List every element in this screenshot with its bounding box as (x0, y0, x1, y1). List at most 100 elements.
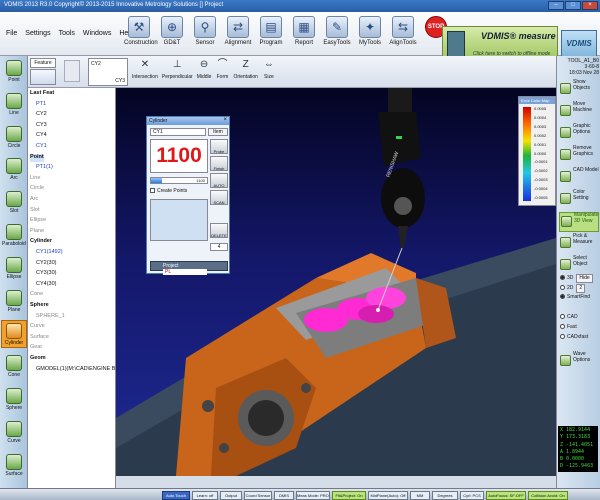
right-button-color-setting[interactable]: Color Setting (559, 189, 599, 210)
tree-item[interactable]: Geom (30, 355, 46, 363)
status-fit-project-on[interactable]: Fit&Project: On (332, 491, 366, 500)
tree-item[interactable]: SPHERE_1 (36, 313, 65, 321)
create-points-checkbox[interactable] (150, 188, 155, 194)
feature-type-cylinder[interactable]: Cylinder (1, 320, 27, 349)
menu-settings[interactable]: Settings (25, 30, 50, 37)
menu-file[interactable]: File (6, 30, 17, 37)
tree-item[interactable]: CY4(30) (36, 281, 56, 289)
tool-construction[interactable]: ⚒ Construction (124, 16, 158, 46)
subtool-form[interactable]: ⌒ Form (215, 58, 229, 80)
view-option-cadxfast[interactable]: CADxfast (560, 334, 588, 341)
wave-options-button[interactable]: Wave Options (559, 351, 599, 372)
tree-item[interactable]: Curve (30, 323, 45, 331)
tree-item[interactable]: Plane (30, 228, 44, 236)
status-degrees[interactable]: Degrees (432, 491, 458, 500)
tool-report[interactable]: ▦ Report (289, 16, 319, 46)
feature-type-plane[interactable]: Plane (1, 288, 27, 316)
feature-type-ellipse[interactable]: Ellipse (1, 255, 27, 283)
status-auto-touch[interactable]: Auto Touch (162, 491, 190, 500)
view-option-fast[interactable]: Fast (560, 324, 577, 331)
tree-item[interactable]: Gear (30, 344, 42, 352)
subtool-orientation[interactable]: Z Orientation (233, 58, 257, 80)
scan-button[interactable]: SCAN (210, 190, 228, 205)
menu-tools[interactable]: Tools (59, 30, 75, 37)
subtool-intersection[interactable]: ✕ Intersection (132, 58, 158, 80)
right-button-select-object[interactable]: Select Object (559, 255, 599, 276)
probe-button[interactable]: Probe (210, 139, 228, 154)
feature-type-point[interactable]: Point (1, 58, 27, 86)
tree-item[interactable]: Last Feat (30, 90, 54, 98)
view-option-radio[interactable] (560, 324, 565, 330)
right-button-graphic-options[interactable]: Graphic Options (559, 123, 599, 144)
status-autofocus-sf-off[interactable]: AutoFocus: SF:OFF (486, 491, 526, 500)
minimize-icon[interactable]: – (548, 1, 564, 10)
close-icon[interactable]: × (223, 117, 227, 123)
view-option-radio[interactable] (560, 275, 565, 281)
right-button-move-machine[interactable]: Move Machine (559, 101, 599, 122)
feature-type-sphere[interactable]: Sphere (1, 386, 27, 414)
tool-sensor[interactable]: ⚲ Sensor (190, 16, 220, 46)
items-button[interactable]: Item (208, 128, 228, 136)
status-learn-off[interactable]: Learn: off (192, 491, 218, 500)
tree-item[interactable]: CY3 (36, 122, 47, 130)
menu-windows[interactable]: Windows (83, 30, 111, 37)
feature-icon[interactable] (30, 69, 56, 85)
feature-type-cone[interactable]: Cone (1, 353, 27, 381)
subtool-size[interactable]: ⇔ Size (262, 58, 276, 80)
subtool-perpendicular[interactable]: ⊥ Perpendicular (162, 58, 193, 80)
right-button-show-objects[interactable]: Show Objects (559, 79, 599, 100)
auto-button[interactable]: AUTO (210, 173, 228, 188)
tree-item[interactable]: CY3(30) (36, 270, 56, 278)
tool-mytools[interactable]: ✦ MyTools (355, 16, 385, 46)
view-option-smartfind[interactable]: SmartFind (560, 294, 590, 301)
right-button-pick-measure[interactable]: Pick & Measure (559, 233, 599, 254)
point-list[interactable] (150, 199, 208, 241)
create-points-option[interactable]: Create Points (150, 187, 208, 195)
view-option-3d[interactable]: 3D Hide (560, 274, 593, 283)
finish-button[interactable]: Finish (210, 156, 228, 171)
close-icon[interactable]: × (582, 1, 598, 10)
tree-item[interactable]: Point (30, 153, 44, 162)
view-option-radio[interactable] (560, 334, 565, 340)
feature-tab[interactable]: Feature (30, 58, 56, 68)
feature-type-arc[interactable]: Arc (1, 156, 27, 184)
two-d-field[interactable]: 2 (576, 284, 586, 293)
status-dmis[interactable]: DMIS (274, 491, 294, 500)
hide-button[interactable]: Hide (576, 274, 593, 283)
tree-item[interactable]: GMODEL(1)(M:\CAD\ENGINE BLOCK) (36, 366, 115, 374)
tree-item[interactable]: Sphere (30, 302, 49, 310)
status-cyrl-pcs[interactable]: Cyrl: PCS (460, 491, 484, 500)
tool-program[interactable]: ▤ Program (256, 16, 286, 46)
subtool-middle[interactable]: ⊖ Middle (197, 58, 212, 80)
view-option-radio[interactable] (560, 285, 565, 291)
tree-item[interactable]: Surface (30, 334, 49, 342)
tree-item[interactable]: Line (30, 175, 40, 183)
feature-type-slot[interactable]: Slot (1, 189, 27, 217)
tree-item[interactable]: CY1(1492) (36, 249, 63, 257)
tree-item[interactable]: CY2(30) (36, 260, 56, 268)
tree-item[interactable]: Arc (30, 196, 38, 204)
tree-item[interactable]: PT1(1) (36, 164, 53, 172)
tree-item[interactable]: Circle (30, 185, 44, 193)
feature-type-surface[interactable]: Surface (1, 452, 27, 480)
tool-aligntools[interactable]: ⇆ AlignTools (388, 16, 418, 46)
tree-item[interactable]: CY1 (36, 143, 47, 151)
view-option-radio[interactable] (560, 314, 565, 320)
tree-item[interactable]: Cone (30, 291, 43, 299)
tool-gdt[interactable]: ⊕ GD&T (157, 16, 187, 46)
status-coord-sensor[interactable]: Coord Sensor (244, 491, 272, 500)
tree-item[interactable]: CY2 (36, 111, 47, 119)
tool-easytools[interactable]: ✎ EasyTools (322, 16, 352, 46)
right-button-cad-model[interactable]: CAD Model (559, 167, 599, 188)
tree-item[interactable]: Slot (30, 207, 39, 215)
status-mm[interactable]: MM (410, 491, 430, 500)
number-field[interactable]: 4 (210, 243, 228, 251)
feature-type-paraboloid[interactable]: Paraboloid (1, 222, 27, 250)
tree-item[interactable]: PT1 (36, 101, 46, 109)
project-input[interactable]: PL (163, 269, 207, 275)
feature-type-curve[interactable]: Curve (1, 419, 27, 447)
view-option-cad[interactable]: CAD (560, 314, 578, 321)
status-collision-avoid-on[interactable]: Collision Avoid: On (528, 491, 568, 500)
view-option-2d[interactable]: 2D 2 (560, 284, 586, 293)
status-midplane-auto-off[interactable]: MidPlane(Auto): Off (368, 491, 408, 500)
